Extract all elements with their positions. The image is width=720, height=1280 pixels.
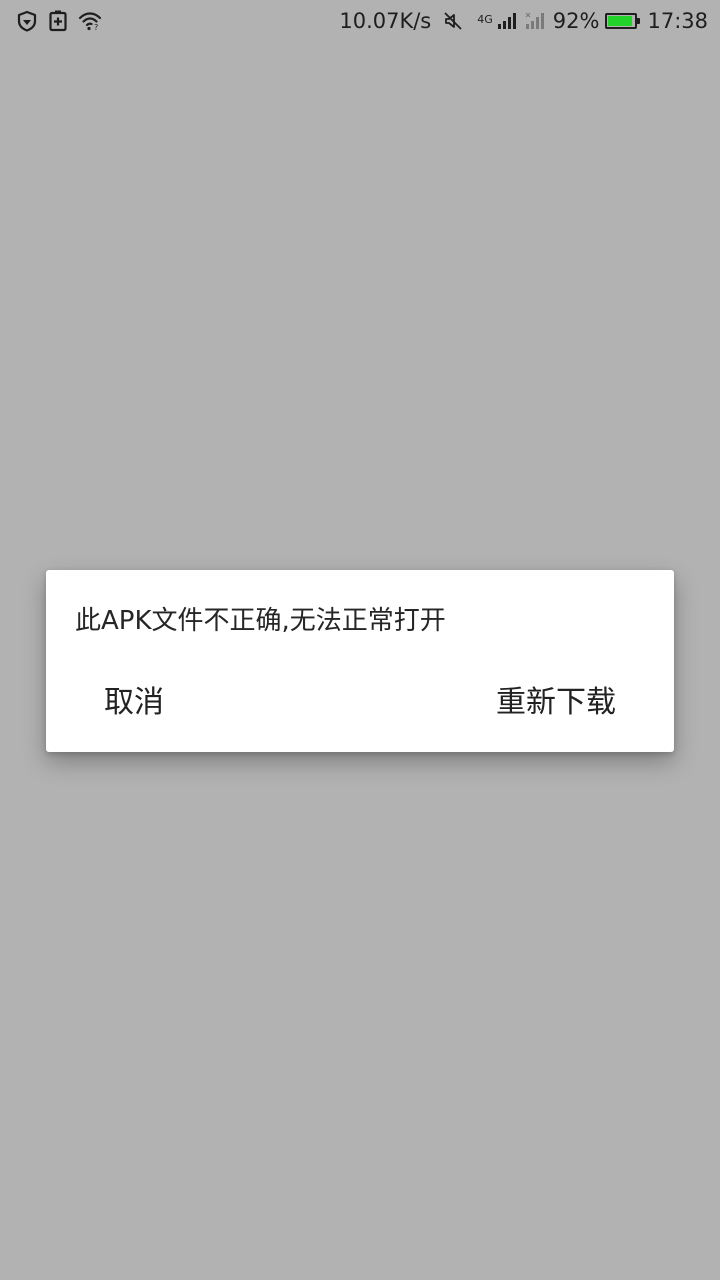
error-dialog: 此APK文件不正确,无法正常打开 取消 重新下载 xyxy=(46,570,674,752)
status-bar: ? 10.07K/s 4G 92% 17:38 xyxy=(0,0,720,42)
dialog-message: 此APK文件不正确,无法正常打开 xyxy=(75,606,446,636)
cancel-button[interactable]: 取消 xyxy=(92,678,176,728)
status-bar-left: ? xyxy=(16,9,102,33)
shield-icon xyxy=(16,10,38,32)
svg-text:?: ? xyxy=(94,23,98,32)
battery-saver-icon xyxy=(48,10,68,32)
signal-4g-icon xyxy=(497,11,519,31)
clock: 17:38 xyxy=(647,9,708,33)
net-speed: 10.07K/s xyxy=(339,9,432,33)
redownload-button[interactable]: 重新下载 xyxy=(484,678,628,728)
mute-icon xyxy=(443,11,463,31)
battery-fill xyxy=(608,16,633,26)
signal-sim2-icon xyxy=(525,11,547,31)
wifi-icon: ? xyxy=(78,10,102,32)
status-bar-right: 10.07K/s 4G 92% 17:38 xyxy=(339,6,708,36)
battery-percent: 92% xyxy=(552,9,600,33)
network-type: 4G xyxy=(477,12,493,26)
battery-icon xyxy=(605,13,641,29)
